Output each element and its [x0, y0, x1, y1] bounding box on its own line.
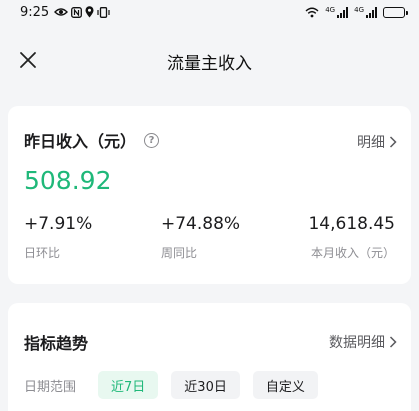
yesterday-income-value: 508.92: [24, 166, 112, 195]
detail-link-label: 明细: [357, 135, 385, 151]
range-chip-custom[interactable]: 自定义: [252, 371, 318, 399]
signal-icon: 4G: [325, 5, 349, 18]
signal-icon: 4G: [354, 5, 377, 18]
metric-value: 14,618.45: [308, 214, 395, 234]
status-time: 9:25: [20, 4, 50, 20]
status-right: 4G 4G: [305, 5, 408, 18]
trend-title: 指标趋势: [24, 334, 89, 353]
nav-bar: 流量主收入: [0, 36, 419, 86]
date-range-label: 日期范围: [24, 379, 77, 395]
chevron-right-icon: [389, 136, 397, 148]
range-chip-30d[interactable]: 近30日: [171, 371, 240, 399]
eye-icon: [54, 8, 69, 16]
metrics-row: +7.91% 日环比 +74.88% 周同比 14,618.45 本月收入（元）: [8, 214, 411, 274]
summary-header: 昨日收入（元） ?: [24, 128, 160, 152]
metric-week-over-week: +74.88% 周同比: [161, 214, 240, 261]
vibrate-icon: [97, 6, 110, 18]
summary-label: 昨日收入（元）: [24, 132, 137, 151]
metric-day-over-day: +7.91% 日环比: [24, 214, 92, 261]
nfc-icon: [71, 6, 83, 18]
status-left: 9:25: [20, 5, 110, 20]
battery-icon: [383, 6, 408, 18]
chevron-right-icon: [389, 336, 397, 348]
signal-label: 4G: [325, 5, 336, 14]
metric-label: 日环比: [24, 246, 61, 260]
question-icon[interactable]: ?: [144, 132, 160, 148]
trend-card: 指标趋势 数据明细 日期范围 近7日 近30日 自定义: [8, 303, 411, 411]
metric-month-income: 14,618.45 本月收入（元）: [308, 214, 395, 261]
metric-label: 周同比: [161, 246, 198, 260]
metric-value: +74.88%: [161, 214, 241, 234]
location-icon: [85, 6, 94, 18]
date-range-row: 日期范围 近7日 近30日 自定义: [24, 371, 331, 399]
metric-label: 本月收入（元）: [310, 246, 395, 260]
data-detail-link[interactable]: 数据明细: [329, 332, 397, 352]
status-bar: 9:25 4G 4G: [0, 0, 419, 24]
summary-card: 昨日收入（元） ? 明细 508.92 +7.91% 日环比 +74.88% 周…: [8, 106, 411, 284]
range-chip-7d[interactable]: 近7日: [98, 371, 159, 399]
metric-value: +7.91%: [24, 214, 93, 234]
close-icon[interactable]: [16, 48, 40, 72]
data-detail-link-label: 数据明细: [329, 335, 385, 351]
detail-link[interactable]: 明细: [357, 132, 397, 152]
signal-label: 4G: [354, 5, 364, 14]
wifi-icon: [305, 7, 319, 17]
status-left-icons: [54, 6, 110, 18]
page-title: 流量主收入: [167, 53, 252, 74]
